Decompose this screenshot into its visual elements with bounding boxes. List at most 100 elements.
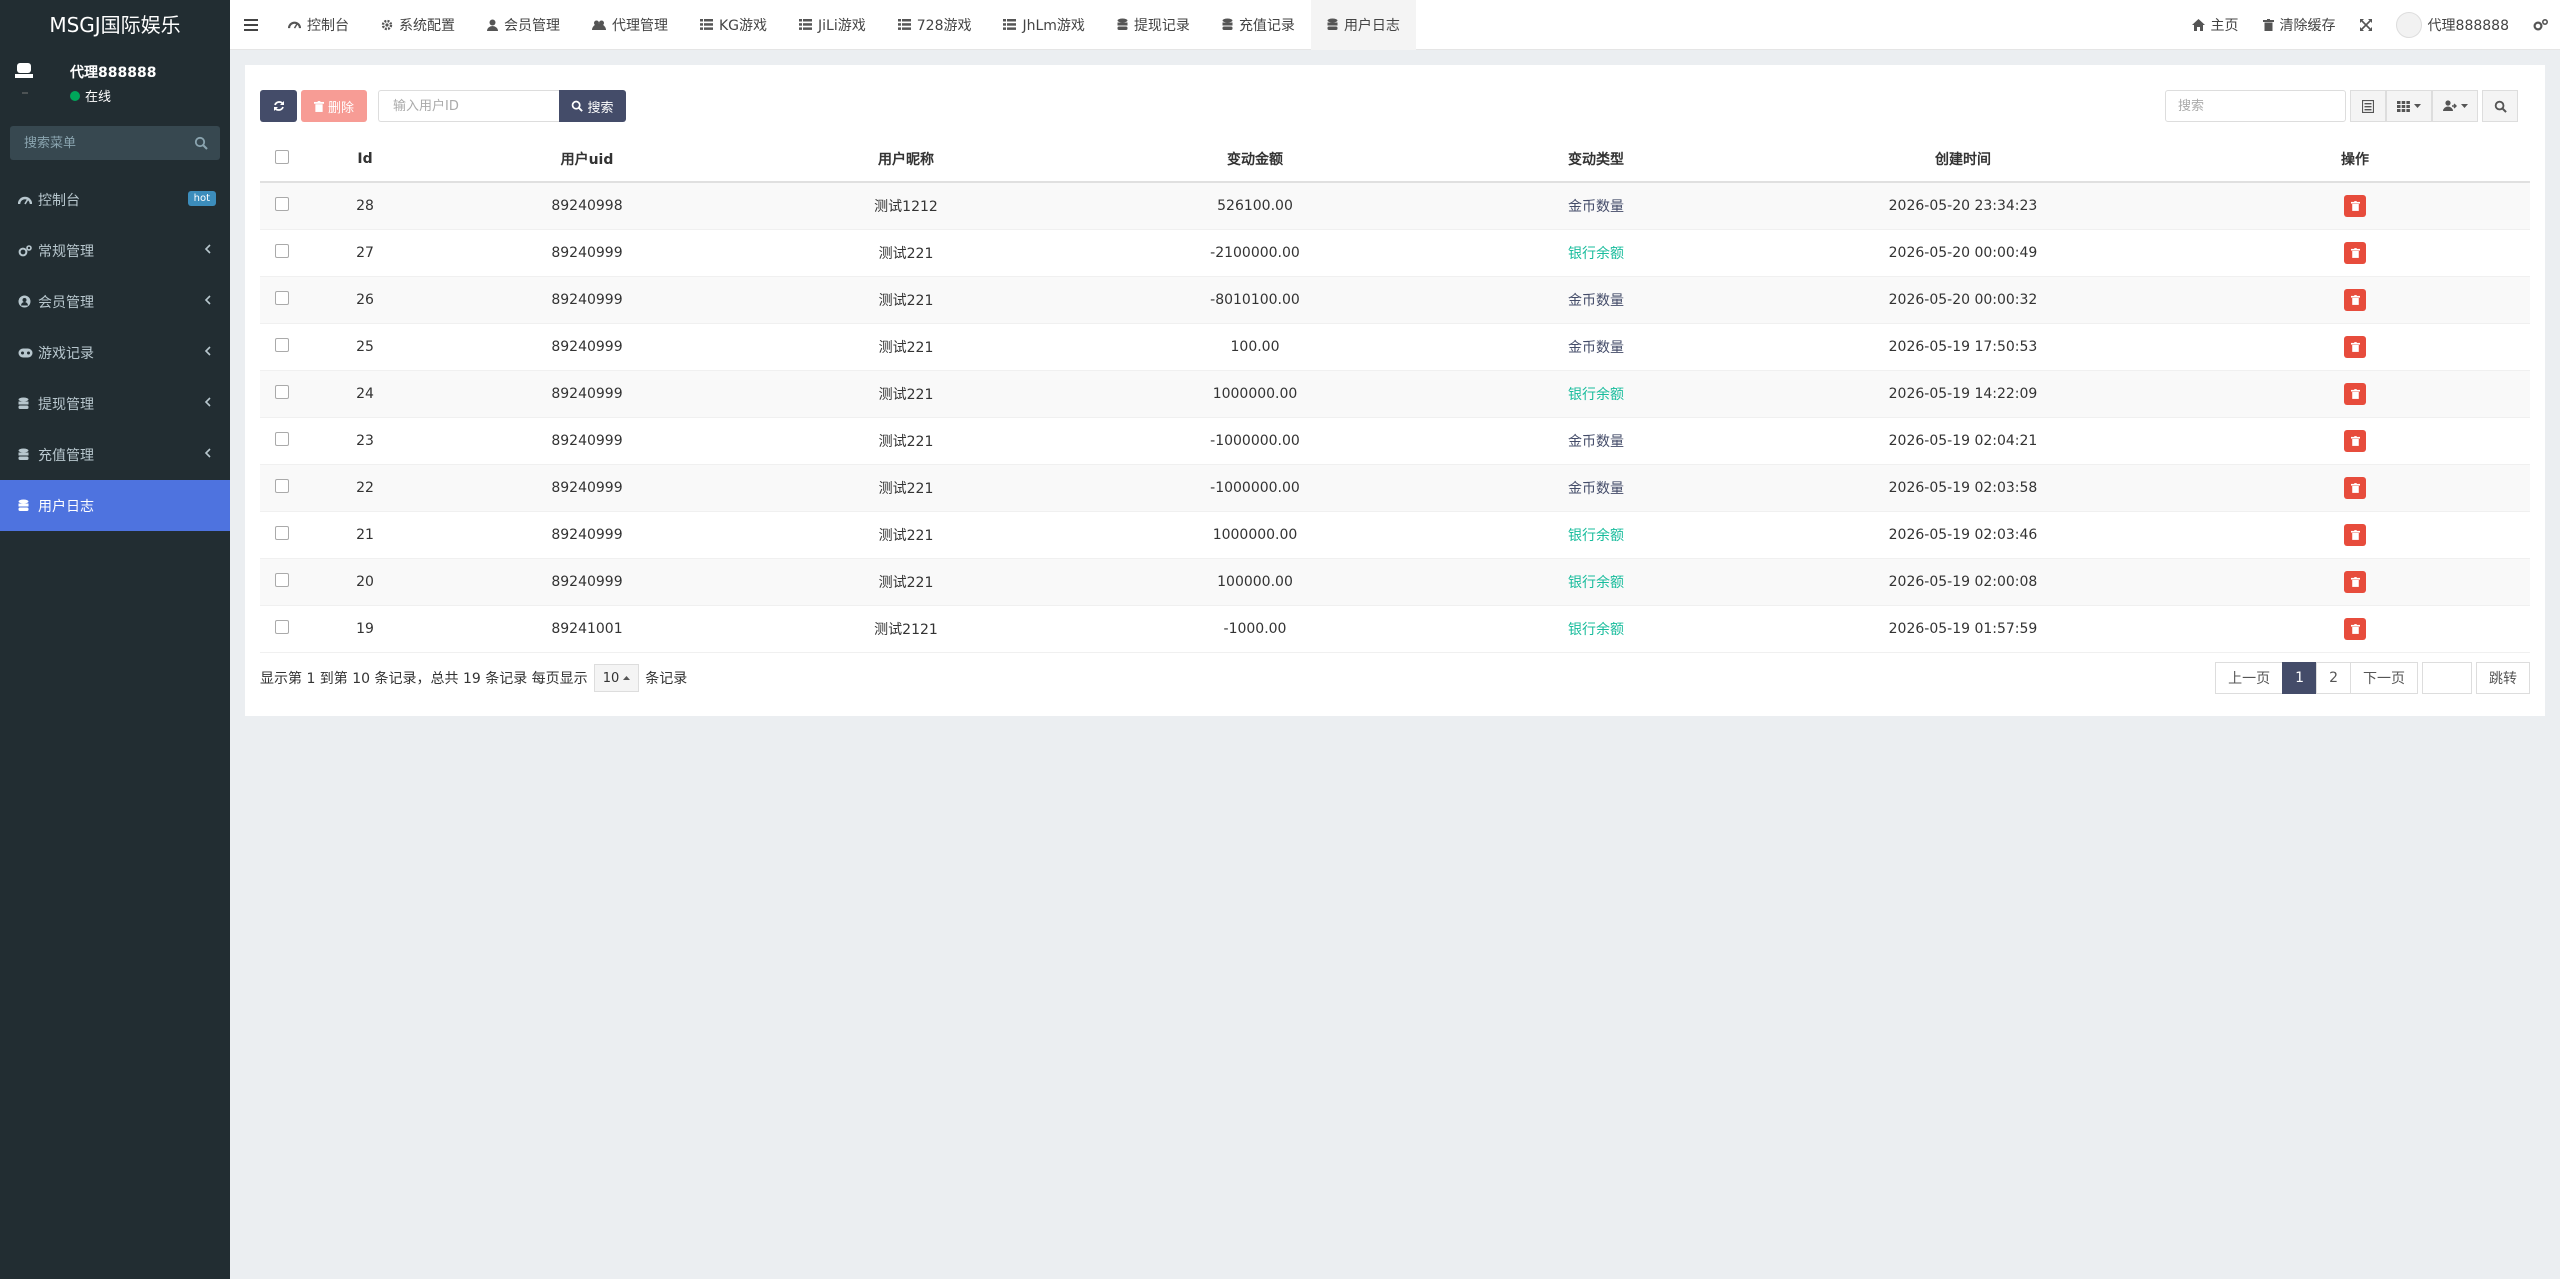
cell-id: 26: [304, 276, 426, 324]
row-checkbox-cell[interactable]: [260, 323, 304, 371]
cell-uid: 89241001: [426, 605, 748, 653]
page-1-button[interactable]: 1: [2282, 662, 2318, 694]
row-delete-button[interactable]: [2344, 194, 2366, 217]
sidebar-item-recharge[interactable]: 充值管理: [0, 429, 230, 480]
caret-down-icon: [2460, 104, 2468, 108]
row-checkbox[interactable]: [275, 384, 289, 399]
table-row: 28 89240998 测试1212 526100.00 金币数量 2026-0…: [260, 182, 2530, 230]
row-checkbox-cell[interactable]: [260, 182, 304, 230]
row-checkbox[interactable]: [275, 619, 289, 634]
settings-button[interactable]: [2521, 0, 2560, 50]
cell-uid: 89240998: [426, 182, 748, 230]
refresh-button[interactable]: [260, 90, 297, 122]
row-checkbox[interactable]: [275, 243, 289, 258]
tab-728-games[interactable]: 728游戏: [882, 0, 988, 50]
row-delete-button[interactable]: [2344, 570, 2366, 593]
row-delete-button[interactable]: [2344, 617, 2366, 640]
cell-type: 金币数量: [1446, 464, 1746, 512]
home-link[interactable]: 主页: [2180, 0, 2251, 50]
cell-type: 银行余额: [1446, 229, 1746, 277]
tab-kg-games[interactable]: KG游戏: [684, 0, 783, 50]
row-checkbox-cell[interactable]: [260, 276, 304, 324]
prev-page-button[interactable]: 上一页: [2215, 662, 2284, 694]
select-all-cell[interactable]: [260, 137, 304, 183]
tab-label: 控制台: [307, 17, 349, 34]
row-checkbox-cell[interactable]: [260, 511, 304, 559]
clear-cache-button[interactable]: 清除缓存: [2251, 0, 2348, 50]
row-checkbox[interactable]: [275, 572, 289, 587]
row-checkbox-cell[interactable]: [260, 370, 304, 418]
row-checkbox-cell[interactable]: [260, 605, 304, 653]
table-row: 22 89240999 测试221 -1000000.00 金币数量 2026-…: [260, 464, 2530, 512]
sidebar-search-input[interactable]: [22, 134, 182, 152]
sidebar-item-game-records[interactable]: 游戏记录: [0, 327, 230, 378]
page-2-button[interactable]: 2: [2316, 662, 2351, 694]
row-delete-button[interactable]: [2344, 241, 2366, 264]
sidebar-item-dashboard[interactable]: 控制台 hot: [0, 174, 230, 225]
sidebar-item-members[interactable]: 会员管理: [0, 276, 230, 327]
sidebar-item-withdraw[interactable]: 提现管理: [0, 378, 230, 429]
sidebar-item-general[interactable]: 常规管理: [0, 225, 230, 276]
sidebar-item-label: 游戏记录: [38, 345, 94, 362]
jump-button[interactable]: 跳转: [2476, 662, 2530, 694]
tab-system-config[interactable]: 系统配置: [365, 0, 471, 50]
search-button[interactable]: 搜索: [559, 90, 626, 122]
row-delete-button[interactable]: [2344, 335, 2366, 358]
column-header[interactable]: 用户昵称: [748, 137, 1064, 183]
sidebar-toggle[interactable]: [230, 0, 272, 50]
row-checkbox-cell[interactable]: [260, 464, 304, 512]
database-icon: [1117, 18, 1128, 30]
next-page-button[interactable]: 下一页: [2350, 662, 2418, 694]
row-delete-button[interactable]: [2344, 382, 2366, 405]
select-all-checkbox[interactable]: [275, 150, 289, 164]
search-icon: [572, 100, 584, 112]
table-search-input[interactable]: [2165, 90, 2346, 122]
tab-member-management[interactable]: 会员管理: [471, 0, 576, 50]
row-delete-button[interactable]: [2344, 288, 2366, 311]
row-checkbox-cell[interactable]: [260, 417, 304, 465]
delete-button[interactable]: 删除: [301, 90, 367, 122]
tab-jili-games[interactable]: JiLi游戏: [783, 0, 882, 50]
page-size-dropdown[interactable]: 10: [593, 664, 640, 692]
column-header[interactable]: 变动类型: [1446, 137, 1746, 183]
sidebar-item-user-log[interactable]: 用户日志: [0, 480, 230, 531]
tab-user-log[interactable]: 用户日志: [1310, 0, 1416, 50]
tab-recharge-records[interactable]: 充值记录: [1206, 0, 1311, 50]
cell-actions: [2180, 417, 2530, 465]
row-checkbox[interactable]: [275, 196, 289, 211]
tab-jhlm-games[interactable]: JhLm游戏: [987, 0, 1100, 50]
advanced-search-button[interactable]: [2482, 90, 2518, 122]
row-delete-button[interactable]: [2344, 429, 2366, 452]
toggle-view-button[interactable]: [2350, 90, 2386, 122]
fullscreen-button[interactable]: [2348, 0, 2384, 50]
app-title[interactable]: MSGJ国际娱乐: [0, 0, 230, 50]
row-checkbox[interactable]: [275, 525, 289, 540]
row-checkbox-cell[interactable]: [260, 229, 304, 277]
row-checkbox-cell[interactable]: [260, 558, 304, 606]
cogs-icon: [2533, 19, 2548, 31]
row-delete-button[interactable]: [2344, 476, 2366, 499]
cell-uid: 89240999: [426, 558, 748, 606]
row-checkbox[interactable]: [275, 431, 289, 446]
database-icon: [18, 448, 38, 461]
jump-page-input[interactable]: [2422, 662, 2472, 694]
row-checkbox[interactable]: [275, 337, 289, 352]
columns-dropdown[interactable]: [2386, 90, 2432, 122]
column-header[interactable]: Id: [304, 137, 426, 183]
export-icon: [2442, 100, 2457, 111]
user-menu[interactable]: 代理888888: [2384, 0, 2521, 50]
export-dropdown[interactable]: [2432, 90, 2478, 122]
row-delete-button[interactable]: [2344, 523, 2366, 546]
column-header[interactable]: 用户uid: [426, 137, 748, 183]
tab-withdraw-records[interactable]: 提现记录: [1101, 0, 1206, 50]
clear-cache-label: 清除缓存: [2279, 18, 2336, 34]
column-header[interactable]: 变动金额: [1064, 137, 1446, 183]
column-header[interactable]: 创建时间: [1746, 137, 2180, 183]
row-checkbox[interactable]: [275, 478, 289, 493]
search-icon[interactable]: [194, 136, 208, 150]
tab-agent-management[interactable]: 代理管理: [576, 0, 684, 50]
user-id-input[interactable]: [378, 90, 559, 122]
database-icon: [1327, 18, 1338, 30]
row-checkbox[interactable]: [275, 290, 289, 305]
tab-dashboard[interactable]: 控制台: [272, 0, 365, 50]
